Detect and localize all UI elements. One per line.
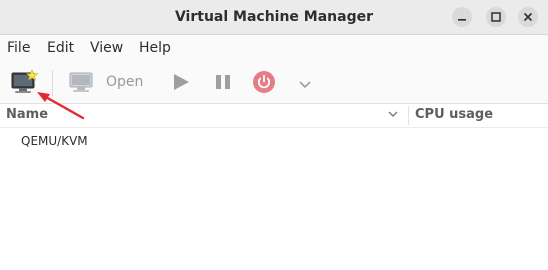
open-button-icon[interactable] bbox=[68, 71, 96, 95]
menu-view[interactable]: View bbox=[90, 40, 123, 56]
new-vm-button[interactable] bbox=[10, 69, 39, 95]
menu-help[interactable]: Help bbox=[139, 40, 171, 56]
power-icon bbox=[253, 71, 275, 93]
open-button[interactable]: Open bbox=[106, 74, 143, 90]
list-header: Name CPU usage bbox=[0, 104, 548, 128]
monitor-icon bbox=[69, 72, 93, 92]
list-item[interactable]: QEMU/KVM bbox=[0, 130, 548, 154]
sort-chevron-down-icon[interactable] bbox=[386, 109, 400, 121]
toolbar: Open bbox=[0, 61, 548, 104]
maximize-icon bbox=[491, 12, 501, 22]
shutdown-menu-button[interactable] bbox=[297, 76, 313, 89]
connection-label: QEMU/KVM bbox=[21, 134, 88, 148]
shutdown-button[interactable] bbox=[252, 70, 276, 94]
new-vm-icon bbox=[11, 69, 39, 93]
close-icon bbox=[523, 12, 533, 22]
close-button[interactable] bbox=[518, 7, 538, 27]
pause-button[interactable] bbox=[212, 71, 234, 93]
title-bar: Virtual Machine Manager bbox=[0, 0, 548, 35]
run-button[interactable] bbox=[170, 71, 192, 93]
play-icon bbox=[174, 74, 189, 90]
chevron-down-icon bbox=[299, 81, 311, 89]
maximize-button[interactable] bbox=[486, 7, 506, 27]
minimize-icon bbox=[458, 19, 466, 21]
column-divider[interactable] bbox=[408, 106, 409, 125]
menu-bar: File Edit View Help bbox=[0, 35, 548, 61]
minimize-button[interactable] bbox=[452, 7, 472, 27]
toolbar-separator bbox=[52, 70, 53, 96]
column-header-cpu-usage[interactable]: CPU usage bbox=[415, 107, 493, 122]
pause-icon bbox=[216, 75, 230, 89]
menu-edit[interactable]: Edit bbox=[47, 40, 74, 56]
menu-file[interactable]: File bbox=[7, 40, 30, 56]
column-header-name[interactable]: Name bbox=[6, 107, 48, 122]
